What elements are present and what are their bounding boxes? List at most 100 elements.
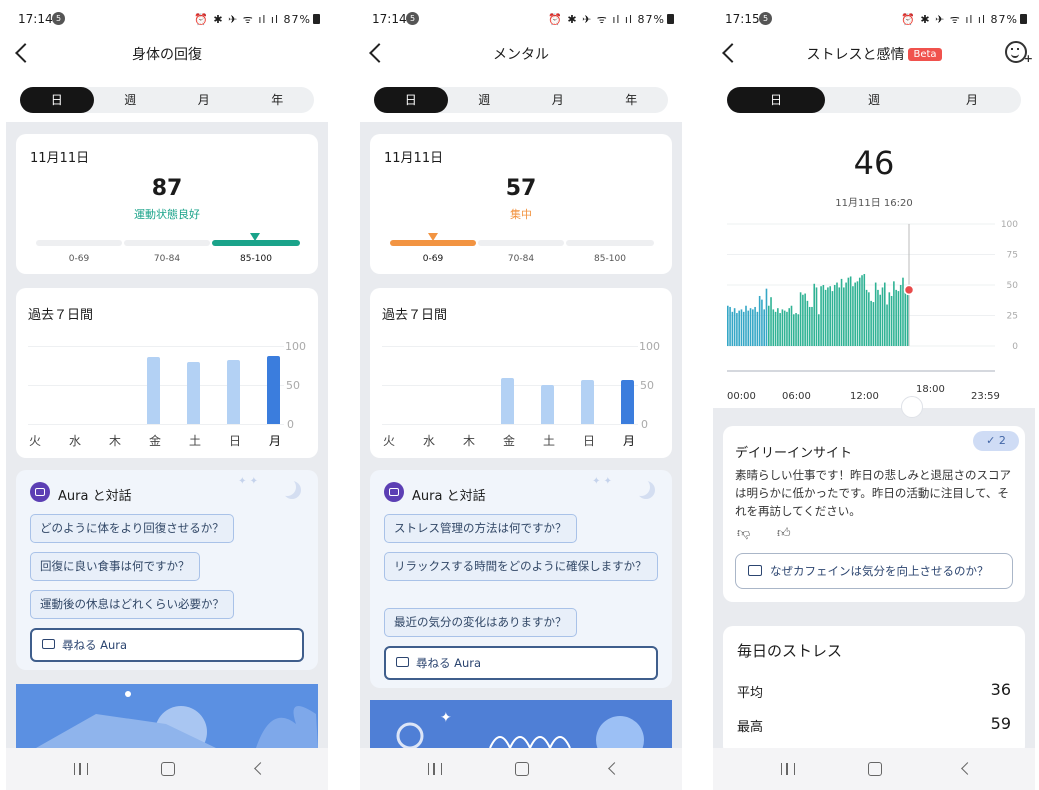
header: メンタル: [360, 36, 682, 76]
aura-question-1[interactable]: どのように体をより回復させるか？: [30, 514, 234, 543]
y-tick-label: 75: [1007, 251, 1018, 261]
score-card[interactable]: 11月11日 57 集中 0-69 70-84 85-100: [370, 134, 672, 274]
recent-apps-icon[interactable]: [428, 763, 442, 775]
tab-week[interactable]: 週: [448, 87, 522, 113]
bar-月[interactable]: [621, 379, 634, 424]
y-tick-50: 50: [640, 379, 654, 392]
bar-土[interactable]: [187, 361, 200, 424]
insight-question-button[interactable]: なぜカフェインは気分を向上させるのか？: [735, 553, 1013, 589]
bar-土[interactable]: [541, 385, 554, 424]
max-value: 59: [990, 714, 1011, 733]
moon-icon: [632, 478, 650, 496]
tab-day[interactable]: 日: [727, 87, 825, 113]
stress-bar: [879, 294, 882, 346]
thumbs-up-icon[interactable]: 👍︎: [777, 526, 791, 541]
battery-icon: [1020, 14, 1027, 24]
stress-bar: [849, 276, 852, 346]
period-tabs: 日 週 月 年: [374, 87, 668, 113]
tab-week[interactable]: 週: [825, 87, 923, 113]
stress-bar: [877, 289, 879, 346]
stress-bar: [906, 289, 909, 346]
tab-week[interactable]: 週: [94, 87, 168, 113]
stress-bar: [752, 309, 754, 346]
content-background: 11月11日 87 運動状態良好 0-69 70-84 85-100 過去７日間…: [6, 122, 328, 748]
tab-month[interactable]: 月: [167, 87, 241, 113]
thumbs-down-icon[interactable]: 👎︎: [737, 526, 750, 541]
bar-月[interactable]: [267, 356, 280, 424]
stress-bar: [806, 300, 809, 346]
score-date: 11月11日: [30, 151, 90, 166]
home-icon[interactable]: [868, 762, 882, 776]
recent-apps-icon[interactable]: [74, 763, 88, 775]
notification-count: 5: [52, 12, 65, 25]
stress-bar: [865, 289, 868, 346]
x-tick-1: 06:00: [782, 391, 811, 402]
bar-金[interactable]: [147, 356, 160, 424]
stress-bar: [774, 311, 777, 346]
score-value: 57: [505, 176, 537, 201]
insight-count-badge[interactable]: ✓ 2: [973, 431, 1019, 451]
week-chart-title: 過去７日間: [382, 308, 448, 323]
status-time: 17:14: [18, 12, 53, 26]
ask-aura-button[interactable]: 尋ねる Aura: [384, 646, 658, 680]
stress-timeline-chart[interactable]: 100 75 50 25 0: [713, 212, 1035, 377]
system-nav-bar: [713, 748, 1035, 790]
system-back-icon[interactable]: [608, 762, 621, 775]
promo-banner-image[interactable]: [16, 684, 318, 748]
tab-month[interactable]: 月: [521, 87, 595, 113]
stress-bar: [831, 291, 834, 346]
aura-title: Aura と対話: [412, 489, 486, 504]
status-time: 17:14: [372, 12, 407, 26]
insight-text: 素晴らしい仕事です！昨日の悲しみと退屈さのスコアは明らかに低かったです。昨日の活…: [735, 468, 1011, 518]
aura-question-3[interactable]: 最近の気分の変化はありますか？: [384, 608, 577, 637]
average-label: 平均: [737, 686, 764, 701]
aura-question-2[interactable]: リラックスする時間をどのように確保しますか？: [384, 552, 658, 581]
stress-bar: [868, 292, 870, 346]
timeline-handle[interactable]: [901, 396, 923, 418]
tab-month[interactable]: 月: [923, 87, 1021, 113]
range-segment-mid: [478, 240, 564, 246]
stars-decoration: ✦ ✦: [592, 476, 612, 487]
gridline: [28, 346, 284, 347]
stress-bar: [815, 287, 818, 346]
battery-percent: 87%: [990, 13, 1018, 26]
x-tick-3: 18:00: [916, 384, 945, 395]
day-label: 火: [28, 434, 41, 448]
bar-金[interactable]: [501, 377, 514, 424]
tab-year[interactable]: 年: [241, 87, 315, 113]
day-label: 月: [622, 434, 635, 448]
week-chart-card[interactable]: 過去７日間 100 50 0 火 水 木 金 土 日 月: [16, 288, 318, 458]
aura-question-1[interactable]: ストレス管理の方法は何ですか？: [384, 514, 577, 543]
tab-year[interactable]: 年: [595, 87, 669, 113]
recent-apps-icon[interactable]: [781, 763, 795, 775]
system-nav-bar: [360, 748, 682, 790]
stress-bar: [904, 291, 907, 346]
max-label: 最高: [737, 720, 764, 735]
home-icon[interactable]: [161, 762, 175, 776]
chat-icon: [42, 639, 55, 649]
system-back-icon[interactable]: [961, 762, 974, 775]
aura-chat-icon: [384, 482, 404, 502]
home-icon[interactable]: [515, 762, 529, 776]
aura-question-3[interactable]: 運動後の休息はどれくらい必要か？: [30, 590, 234, 619]
tab-day[interactable]: 日: [20, 87, 94, 113]
week-chart-card[interactable]: 過去７日間 100 50 0 火 水 木 金 土 日 月: [370, 288, 672, 458]
stress-bar: [749, 308, 752, 346]
promo-banner-image[interactable]: ✦: [370, 700, 672, 748]
day-label: 水: [68, 434, 81, 448]
daily-stress-card[interactable]: 毎日のストレス 平均 36 最高 59: [723, 626, 1025, 756]
status-icons: ⏰ ✱ ✈ ᯤ ıl ıl 87%: [901, 12, 1027, 27]
score-card[interactable]: 11月11日 87 運動状態良好 0-69 70-84 85-100: [16, 134, 318, 274]
bar-日[interactable]: [227, 360, 240, 424]
aura-card: ✦ ✦ Aura と対話 ストレス管理の方法は何ですか？ リラックスする時間をど…: [370, 470, 672, 688]
ask-aura-button[interactable]: 尋ねる Aura: [30, 628, 304, 662]
daily-stress-title: 毎日のストレス: [737, 642, 843, 660]
bar-日[interactable]: [581, 380, 594, 424]
stress-bar: [822, 285, 825, 346]
system-back-icon[interactable]: [254, 762, 267, 775]
aura-question-2[interactable]: 回復に良い食事は何ですか？: [30, 552, 200, 581]
page-title: ストレスと感情 Beta: [713, 44, 1035, 64]
day-label: 火: [382, 434, 395, 448]
stress-bar: [783, 310, 786, 346]
tab-day[interactable]: 日: [374, 87, 448, 113]
